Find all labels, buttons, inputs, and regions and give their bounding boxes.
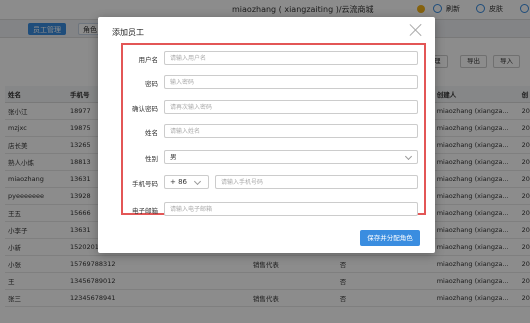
- gender-select[interactable]: 男: [164, 150, 418, 164]
- add-staff-dialog: 添加员工 用户名 密码 确认密码 姓名 性别 男 手机号码 + 86 电子邮箱: [98, 17, 435, 253]
- name-input[interactable]: [164, 124, 418, 138]
- gender-value: 男: [170, 153, 177, 161]
- close-icon[interactable]: [409, 23, 423, 37]
- country-code-select[interactable]: + 86: [164, 175, 209, 189]
- phone-label: 手机号码: [132, 180, 158, 188]
- chevron-down-icon: [404, 152, 413, 161]
- name-row: 姓名: [98, 124, 435, 138]
- confirm-password-row: 确认密码: [98, 100, 435, 114]
- country-code-value: + 86: [170, 178, 187, 186]
- password-row: 密码: [98, 75, 435, 89]
- email-input[interactable]: [164, 202, 418, 216]
- save-and-assign-role-button[interactable]: 保存并分配角色: [360, 230, 420, 246]
- chevron-down-icon: [193, 177, 202, 186]
- email-row: 电子邮箱: [98, 202, 435, 216]
- dialog-title: 添加员工: [112, 28, 144, 37]
- phone-row: 手机号码 + 86: [98, 175, 435, 189]
- name-label: 姓名: [145, 129, 158, 137]
- confirm-password-label: 确认密码: [132, 105, 158, 113]
- phone-input[interactable]: [215, 175, 418, 189]
- username-input[interactable]: [164, 51, 418, 65]
- gender-label: 性别: [145, 155, 158, 163]
- username-label: 用户名: [138, 56, 159, 64]
- confirm-password-input[interactable]: [164, 100, 418, 114]
- password-input[interactable]: [164, 75, 418, 89]
- password-label: 密码: [145, 80, 158, 88]
- username-row: 用户名: [98, 51, 435, 65]
- gender-row: 性别 男: [98, 150, 435, 164]
- email-label: 电子邮箱: [132, 207, 158, 215]
